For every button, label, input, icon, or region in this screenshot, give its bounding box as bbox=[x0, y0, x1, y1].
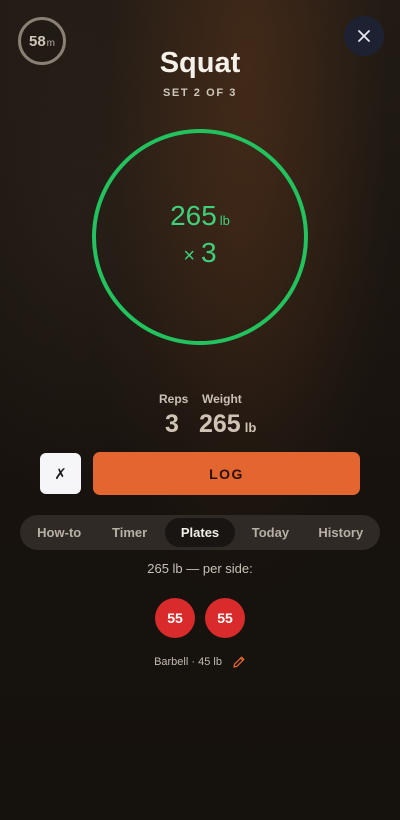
set-progress: SET 2 OF 3 bbox=[162, 87, 238, 99]
plate-chip: 55 bbox=[155, 598, 195, 638]
tab-history[interactable]: History bbox=[306, 518, 376, 547]
close-icon bbox=[358, 30, 370, 42]
set-target-ring: 265 lb × 3 bbox=[92, 129, 308, 345]
per-side-heading: 265 lb — per side: bbox=[147, 561, 253, 576]
target-weight-value: 265 bbox=[170, 200, 217, 231]
weight-label: Weight bbox=[202, 392, 242, 406]
weight-value: 265 bbox=[199, 410, 241, 438]
target-reps: × 3 bbox=[183, 236, 216, 273]
plate-chip: 55 bbox=[205, 598, 245, 638]
detail-tabs: How-to Timer Plates Today History bbox=[20, 515, 380, 550]
reps-multiplier: × bbox=[183, 245, 196, 267]
log-set-button[interactable]: LOG bbox=[93, 452, 360, 495]
cancel-set-button[interactable]: ✗ bbox=[40, 453, 81, 494]
tab-how-to[interactable]: How-to bbox=[24, 518, 94, 547]
reps-value[interactable]: 3 bbox=[165, 410, 179, 439]
edit-barbell-button[interactable] bbox=[232, 655, 246, 669]
target-reps-value: 3 bbox=[201, 237, 217, 268]
barbell-weight-text: Barbell · 45 lb bbox=[154, 656, 222, 668]
reps-label: Reps bbox=[159, 392, 189, 406]
weight-unit: lb bbox=[244, 420, 257, 435]
tab-today[interactable]: Today bbox=[235, 518, 305, 547]
tab-plates[interactable]: Plates bbox=[164, 518, 236, 547]
target-weight-unit: lb bbox=[219, 213, 230, 228]
exercise-title: Squat bbox=[159, 47, 241, 79]
plate-list: 55 55 bbox=[0, 598, 400, 638]
pencil-icon bbox=[233, 656, 245, 668]
barbell-info: Barbell · 45 lb bbox=[0, 655, 400, 669]
target-weight: 265 lb bbox=[170, 201, 230, 236]
tab-timer[interactable]: Timer bbox=[94, 518, 164, 547]
weight-value-group[interactable]: 265 lb bbox=[199, 410, 256, 439]
